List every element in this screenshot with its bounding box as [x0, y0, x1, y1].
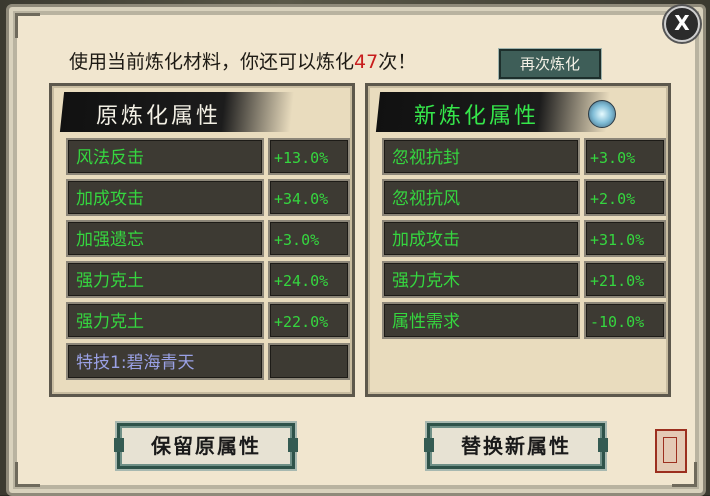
replace-new-label: 替换新属性: [461, 434, 571, 458]
attribute-name: 风法反击: [66, 138, 264, 175]
refine-count-message: 使用当前炼化材料，你还可以炼化47次！: [69, 47, 416, 74]
special-skill-value: [268, 343, 350, 380]
attribute-value: +31.0%: [584, 220, 666, 257]
button-ornament: [114, 438, 124, 452]
attribute-name: 强力克木: [382, 261, 580, 298]
attribute-name: 加成攻击: [66, 179, 264, 216]
attribute-row: 加成攻击 +34.0%: [66, 179, 350, 216]
attribute-row: 强力克土 +24.0%: [66, 261, 350, 298]
attribute-value: +3.0%: [268, 220, 350, 257]
original-attributes-panel: 原炼化属性 风法反击 +13.0% 加成攻击 +34.0% 加强遗忘 +3.0%…: [49, 83, 355, 397]
attribute-row: 属性需求 -10.0%: [382, 302, 666, 339]
original-attributes-list: 风法反击 +13.0% 加成攻击 +34.0% 加强遗忘 +3.0% 强力克土 …: [66, 138, 350, 384]
refine-again-button[interactable]: 再次炼化: [498, 48, 602, 80]
button-ornament: [598, 438, 608, 452]
attribute-name: 属性需求: [382, 302, 580, 339]
frame-corner: [15, 462, 40, 487]
attribute-row: 特技1:碧海青天: [66, 343, 350, 380]
attribute-row: 强力克土 +22.0%: [66, 302, 350, 339]
new-attributes-title: 新炼化属性: [414, 104, 540, 129]
button-ornament: [424, 438, 434, 452]
attribute-name: 忽视抗风: [382, 179, 580, 216]
remaining-count: 47: [354, 51, 379, 73]
attribute-name: 强力克土: [66, 302, 264, 339]
attribute-row: 忽视抗风 +2.0%: [382, 179, 666, 216]
attribute-value: +13.0%: [268, 138, 350, 175]
original-attributes-title: 原炼化属性: [96, 104, 222, 129]
attribute-value: +22.0%: [268, 302, 350, 339]
attribute-value: +2.0%: [584, 179, 666, 216]
attribute-value: +3.0%: [584, 138, 666, 175]
keep-original-label: 保留原属性: [151, 434, 261, 458]
info-text-suffix: 次！: [378, 51, 417, 73]
attribute-row: 风法反击 +13.0%: [66, 138, 350, 175]
button-ornament: [288, 438, 298, 452]
new-attributes-panel: 新炼化属性 忽视抗封 +3.0% 忽视抗风 +2.0% 加成攻击 +31.0% …: [365, 83, 671, 397]
new-attributes-list: 忽视抗封 +3.0% 忽视抗风 +2.0% 加成攻击 +31.0% 强力克木 +…: [382, 138, 666, 343]
seal-stamp-icon: [655, 429, 687, 473]
attribute-row: 忽视抗封 +3.0%: [382, 138, 666, 175]
attribute-name: 忽视抗封: [382, 138, 580, 175]
attribute-value: +34.0%: [268, 179, 350, 216]
attribute-row: 强力克木 +21.0%: [382, 261, 666, 298]
special-skill-name: 特技1:碧海青天: [66, 343, 264, 380]
attribute-value: +21.0%: [584, 261, 666, 298]
attribute-name: 强力克土: [66, 261, 264, 298]
frame-corner: [15, 13, 40, 38]
close-button[interactable]: X: [664, 6, 700, 42]
attribute-name: 加成攻击: [382, 220, 580, 257]
jade-ornament-icon: [588, 100, 616, 128]
keep-original-button[interactable]: 保留原属性: [114, 423, 298, 469]
attribute-row: 加成攻击 +31.0%: [382, 220, 666, 257]
attribute-name: 加强遗忘: [66, 220, 264, 257]
refine-dialog: 使用当前炼化材料，你还可以炼化47次！ 再次炼化 原炼化属性 风法反击 +13.…: [6, 4, 706, 496]
info-text: 使用当前炼化材料，你还可以炼化: [69, 51, 355, 73]
replace-new-button[interactable]: 替换新属性: [424, 423, 608, 469]
attribute-row: 加强遗忘 +3.0%: [66, 220, 350, 257]
attribute-value: -10.0%: [584, 302, 666, 339]
attribute-value: +24.0%: [268, 261, 350, 298]
